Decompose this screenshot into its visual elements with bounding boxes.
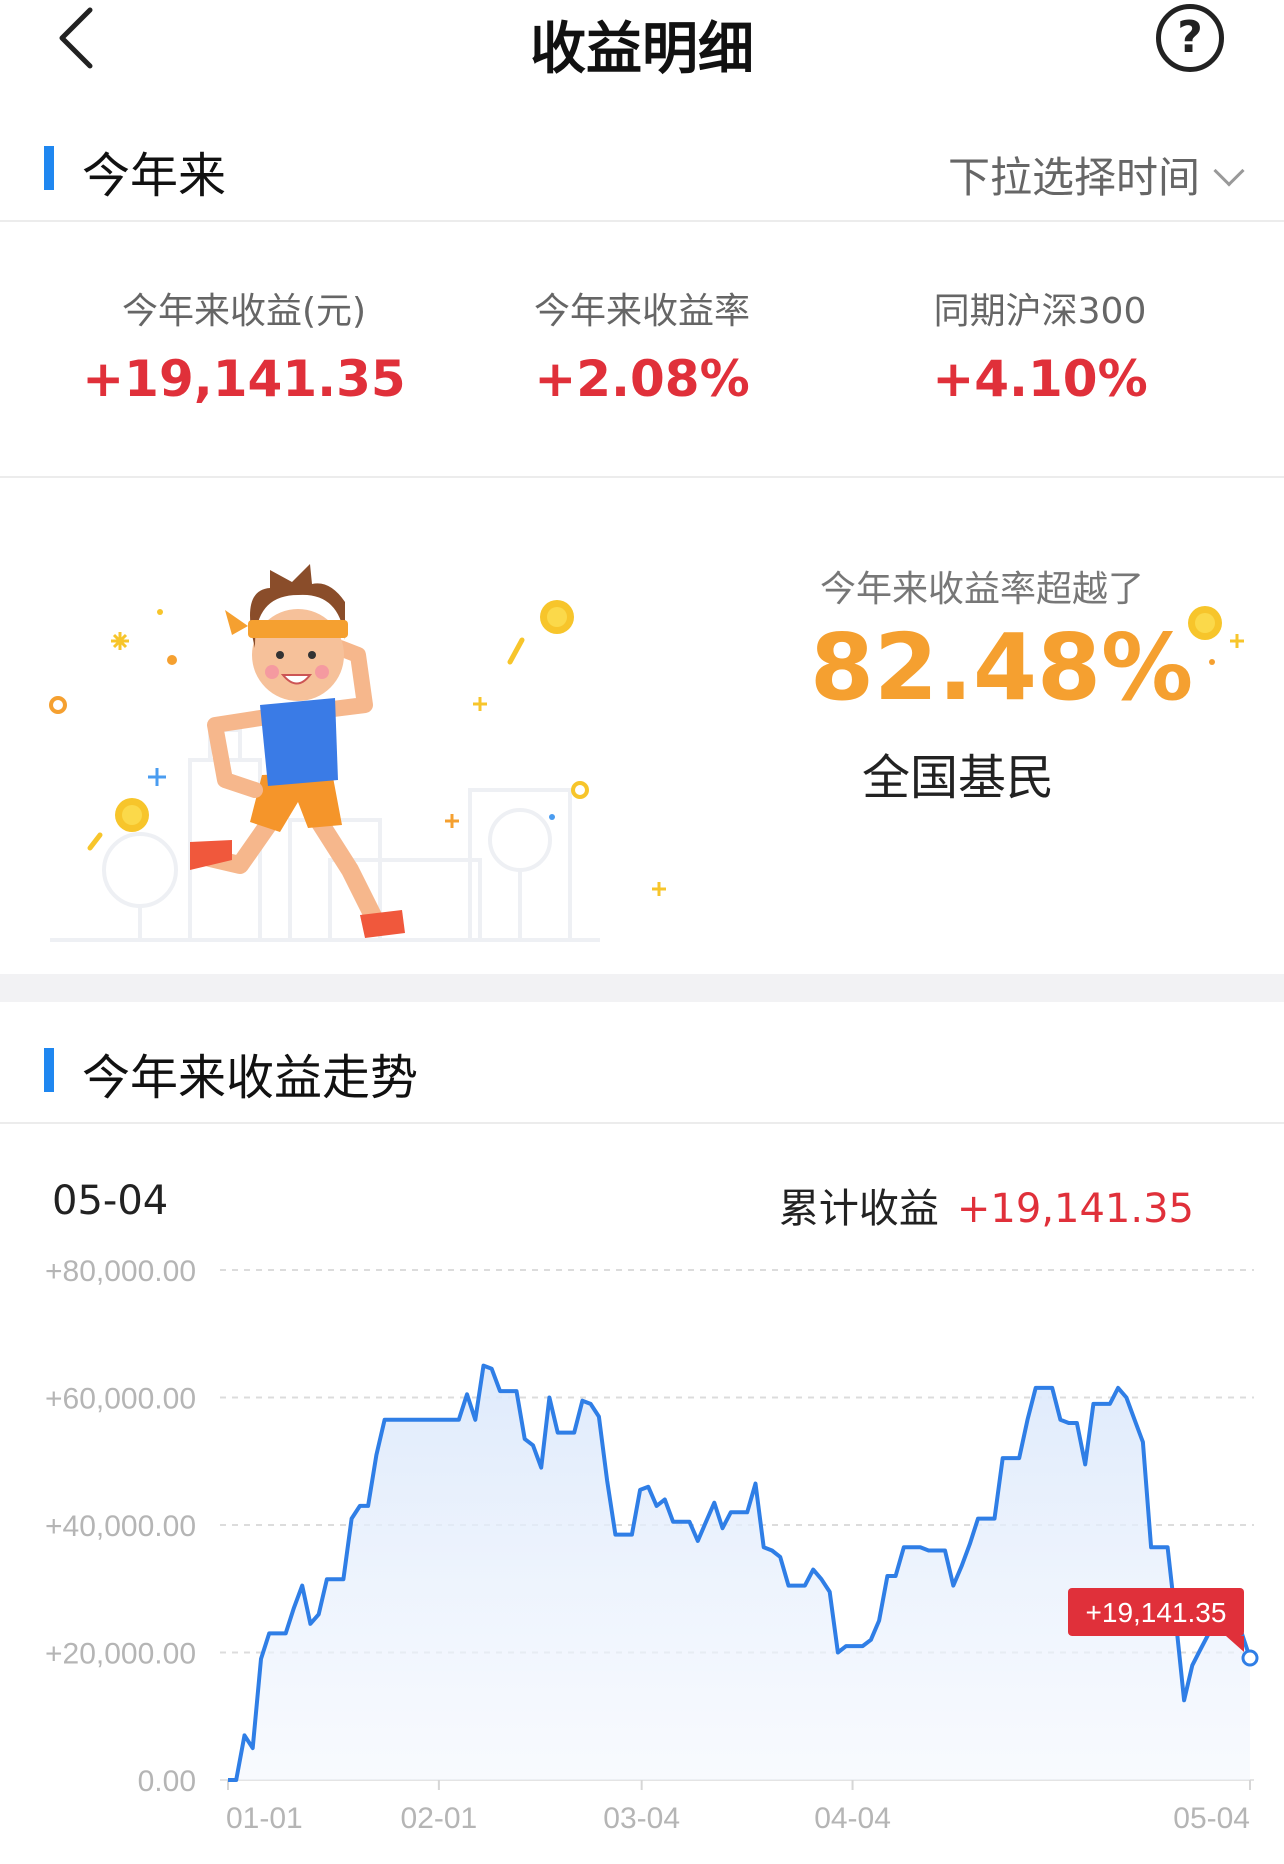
section-divider xyxy=(0,974,1284,1002)
cumulative-profit: 累计收益 +19,141.35 xyxy=(779,1176,1194,1234)
tooltip-text: +19,141.35 xyxy=(1086,1597,1227,1628)
x-tick-label: 02-01 xyxy=(401,1802,478,1835)
stat-ytd-rate: 今年来收益率 +2.08% xyxy=(428,282,856,408)
rank-banner: 今年来收益率超越了 82.48% 全国基民 xyxy=(0,480,1284,974)
x-tick-label: 05-04 xyxy=(1173,1802,1250,1835)
page-title: 收益明细 xyxy=(530,17,754,82)
profit-trend-chart[interactable]: 0.00 +20,000.00 +40,000.00 +60,000.00 +80,00… xyxy=(0,1240,1284,1864)
y-tick-label: +40,000.00 xyxy=(45,1510,196,1543)
trend-header: 今年来收益走势 xyxy=(0,1012,1284,1124)
stat-label: 今年来收益率 xyxy=(533,291,750,332)
beat-percentage: 82.48% xyxy=(810,614,1194,721)
trend-title: 今年来收益走势 xyxy=(82,1050,419,1106)
section-accent-bar xyxy=(44,1048,54,1092)
selected-date: 05-04 xyxy=(52,1178,169,1224)
stat-label: 同期沪深300 xyxy=(933,291,1147,332)
coin-icon xyxy=(1188,606,1244,665)
period-header: 今年来 下拉选择时间 xyxy=(0,110,1284,222)
cumulative-label: 累计收益 xyxy=(778,1186,939,1232)
y-tick-label: +60,000.00 xyxy=(45,1383,196,1416)
stat-ytd-profit: 今年来收益(元) +19,141.35 xyxy=(30,282,458,408)
beat-label: 今年来收益率超越了 xyxy=(820,569,1145,610)
beat-subtitle: 全国基民 xyxy=(862,750,1055,806)
runner-illustration xyxy=(49,564,666,942)
y-tick-label: +20,000.00 xyxy=(45,1638,196,1671)
x-tick-label: 04-04 xyxy=(814,1802,891,1835)
stat-hs300: 同期沪深300 +4.10% xyxy=(826,282,1254,408)
stat-value: +2.08% xyxy=(534,350,750,408)
nav-bar: 收益明细 ? xyxy=(0,0,1284,90)
y-tick-label: +80,000.00 xyxy=(45,1255,196,1288)
time-dropdown[interactable]: 下拉选择时间 xyxy=(947,144,1245,205)
summary-stats: 今年来收益(元) +19,141.35 今年来收益率 +2.08% 同期沪深30… xyxy=(0,222,1284,478)
stat-value: +19,141.35 xyxy=(82,350,406,408)
question-circle-icon[interactable]: ? xyxy=(1156,4,1224,72)
x-tick-label: 03-04 xyxy=(603,1802,680,1835)
x-tick-label: 01-01 xyxy=(226,1802,303,1835)
series-endpoint[interactable] xyxy=(1241,1649,1259,1667)
cumulative-value: +19,141.35 xyxy=(956,1186,1194,1232)
chevron-down-icon xyxy=(1213,155,1245,187)
period-title: 今年来 xyxy=(82,148,227,204)
time-dropdown-label: 下拉选择时间 xyxy=(947,153,1200,202)
y-tick-label: 0.00 xyxy=(138,1765,196,1798)
stat-label: 今年来收益(元) xyxy=(121,291,367,332)
section-accent-bar xyxy=(44,146,54,190)
stat-value: +4.10% xyxy=(932,350,1148,408)
